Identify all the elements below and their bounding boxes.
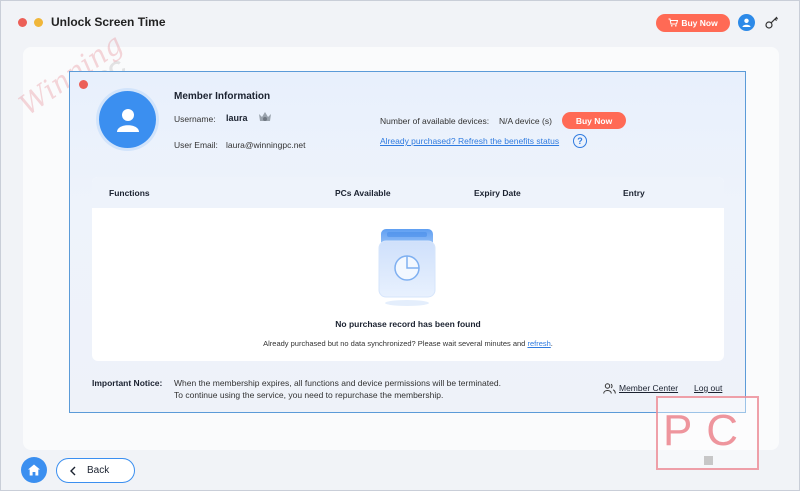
title-bar: Unlock Screen Time Buy Now bbox=[1, 1, 799, 43]
devices-label: Number of available devices: bbox=[380, 116, 490, 126]
user-icon bbox=[116, 108, 139, 132]
empty-state-title: No purchase record has been found bbox=[335, 319, 481, 329]
empty-state-subtitle: Already purchased but no data synchroniz… bbox=[92, 339, 724, 348]
back-button[interactable]: Back bbox=[56, 458, 135, 483]
cart-icon bbox=[668, 18, 679, 29]
purchase-table: Functions PCs Available Expiry Date Entr… bbox=[92, 177, 724, 361]
watermark-logo: PC bbox=[656, 396, 759, 470]
member-info-title: Member Information bbox=[174, 91, 271, 102]
devices-value: N/A device (s) bbox=[499, 116, 552, 126]
app-window: Unlock Screen Time Buy Now Winning PC Me… bbox=[0, 0, 800, 491]
account-icon[interactable] bbox=[738, 14, 755, 31]
back-label: Back bbox=[87, 465, 110, 476]
username-label: Username: bbox=[174, 114, 216, 124]
notice-line-1: When the membership expires, all functio… bbox=[174, 378, 501, 388]
member-center-link[interactable]: Member Center bbox=[619, 383, 678, 393]
dialog-close-button[interactable] bbox=[79, 80, 88, 89]
chevron-left-icon bbox=[70, 466, 76, 475]
member-dialog: Member Information Username: laura User … bbox=[69, 71, 746, 413]
column-expiry-date: Expiry Date bbox=[474, 188, 521, 198]
column-pcs-available: PCs Available bbox=[335, 188, 391, 198]
home-icon bbox=[28, 464, 40, 476]
vip-badge-icon bbox=[257, 109, 273, 125]
header-buy-now-button[interactable]: Buy Now bbox=[656, 14, 730, 32]
username-value: laura bbox=[226, 113, 248, 123]
column-functions: Functions bbox=[109, 188, 150, 198]
refresh-link[interactable]: refresh bbox=[527, 339, 550, 348]
refresh-benefits-link[interactable]: Already purchased? Refresh the benefits … bbox=[380, 136, 559, 146]
user-avatar bbox=[99, 91, 156, 148]
empty-records-icon bbox=[377, 227, 437, 307]
member-center-icon bbox=[603, 381, 616, 394]
email-value: laura@winningpc.net bbox=[226, 140, 306, 150]
empty-state-period: . bbox=[550, 339, 553, 348]
key-icon[interactable] bbox=[764, 14, 780, 30]
notice-line-2: To continue using the service, you need … bbox=[174, 390, 444, 400]
table-header: Functions PCs Available Expiry Date Entr… bbox=[92, 177, 724, 208]
logout-link[interactable]: Log out bbox=[694, 383, 722, 393]
notice-label: Important Notice: bbox=[92, 378, 163, 388]
header-buy-now-label: Buy Now bbox=[681, 18, 718, 28]
minimize-window-button[interactable] bbox=[34, 18, 43, 27]
buy-now-button[interactable]: Buy Now bbox=[562, 112, 626, 129]
empty-state-text: Already purchased but no data synchroniz… bbox=[263, 339, 526, 348]
close-window-button[interactable] bbox=[18, 18, 27, 27]
help-icon[interactable]: ? bbox=[573, 134, 587, 148]
email-label: User Email: bbox=[174, 140, 218, 150]
home-button[interactable] bbox=[21, 457, 47, 483]
column-entry: Entry bbox=[623, 188, 645, 198]
